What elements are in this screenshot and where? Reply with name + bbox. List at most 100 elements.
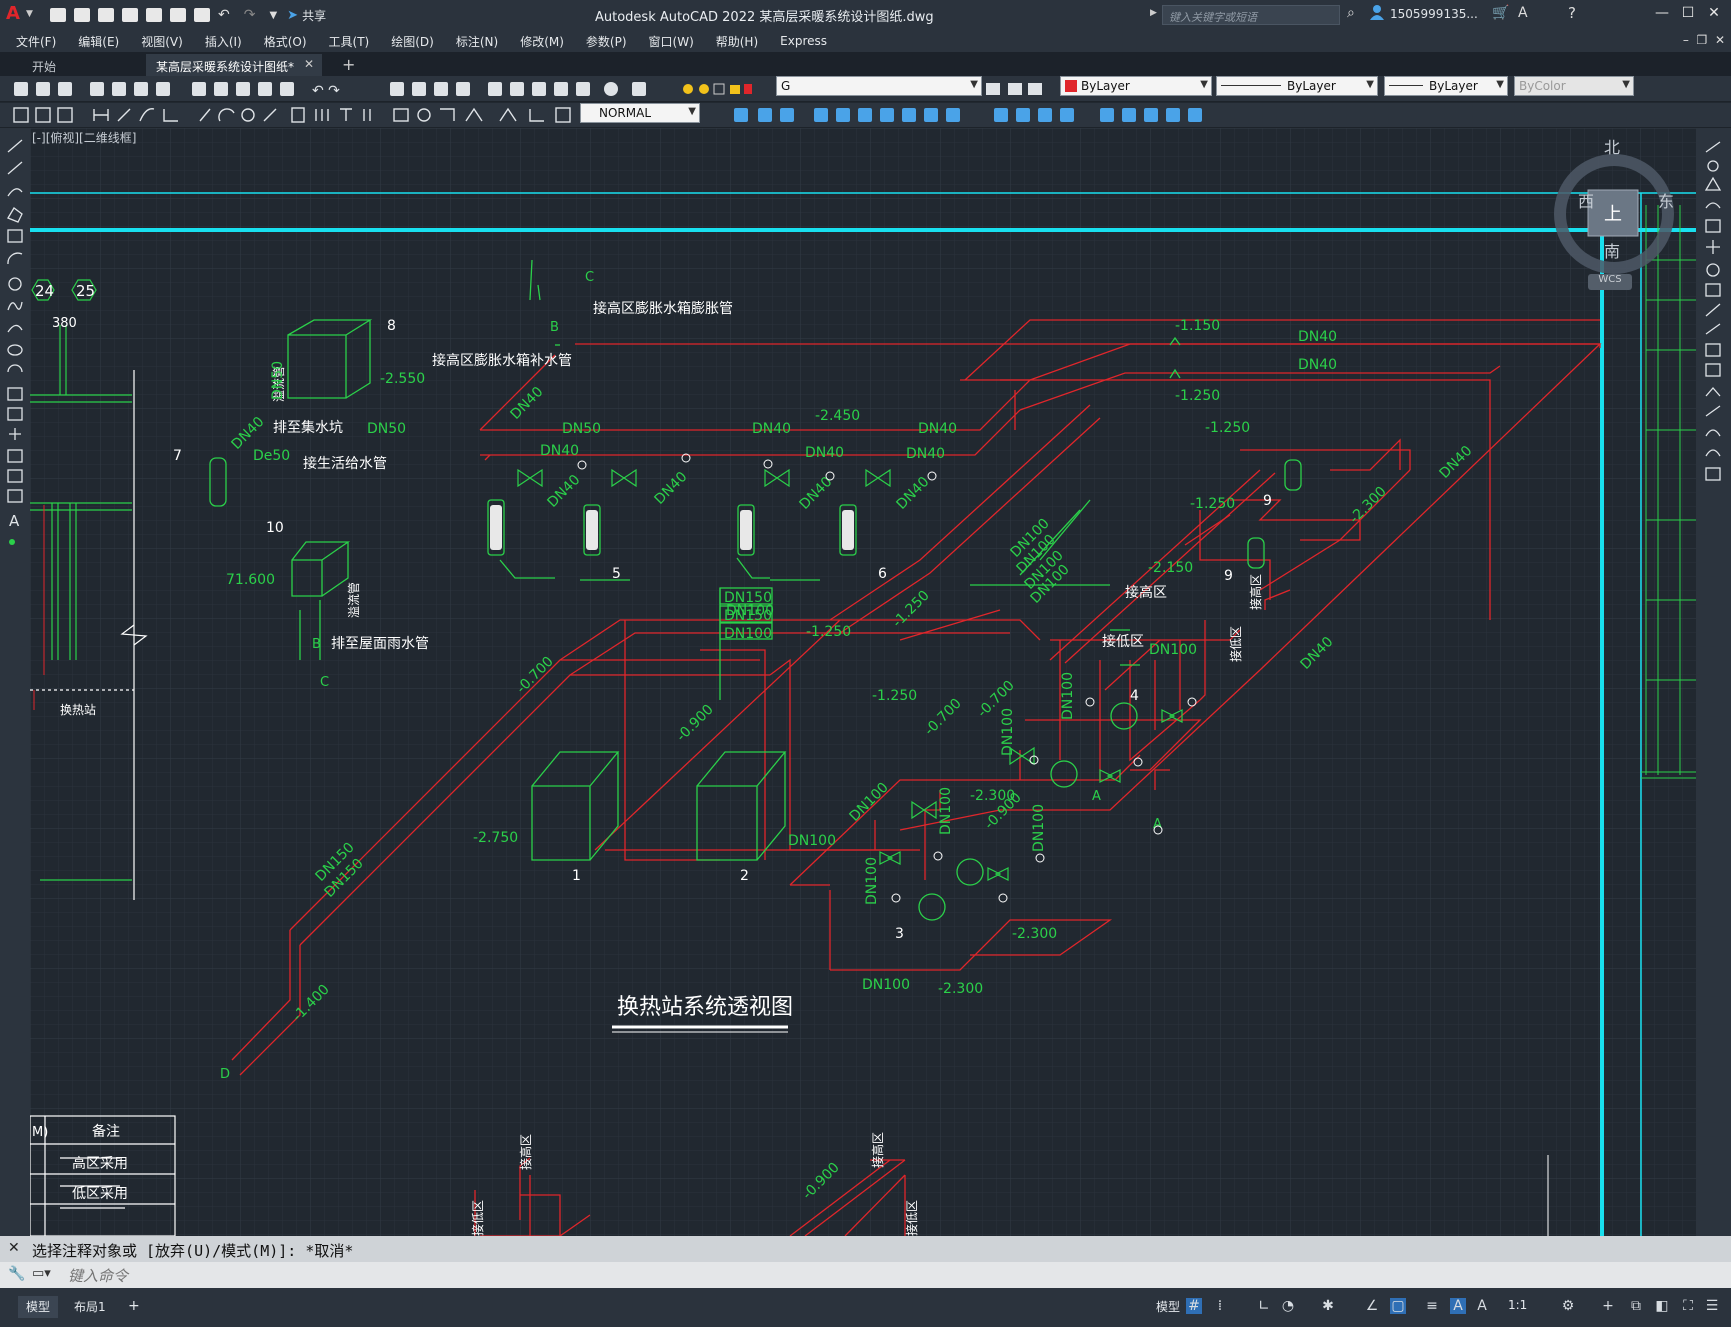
menu-help[interactable]: 帮助(H) (706, 33, 770, 50)
redo-icon[interactable]: ↷ (244, 7, 256, 23)
menu-format[interactable]: 格式(O) (254, 33, 319, 50)
compass-south[interactable]: 南 (1604, 238, 1620, 262)
pipe-label-dn100-vert-d: DN100 (1031, 804, 1047, 852)
minimize-button[interactable]: — (1652, 5, 1672, 23)
layout1-tab[interactable]: 布局1 (66, 1296, 114, 1318)
elevation-2: -1.250 (1175, 388, 1220, 404)
menu-view[interactable]: 视图(V) (131, 33, 195, 50)
add-layout-button[interactable]: + (120, 1296, 148, 1318)
marker-b-left: B (312, 637, 321, 652)
modify-tools-icons[interactable] (1696, 138, 1731, 558)
close-tab-icon[interactable]: ✕ (304, 57, 314, 71)
search-input[interactable]: 键入关键字或短语 (1162, 5, 1340, 25)
gear-icon[interactable]: ⚙ (1560, 1298, 1576, 1314)
menu-draw[interactable]: 绘图(D) (381, 33, 446, 50)
publish-icon[interactable] (146, 8, 162, 22)
isolate-icon[interactable]: ◧ (1654, 1298, 1670, 1314)
drawing-canvas[interactable]: 24 25 380 换热站 M) 备注 高区采用 低区采用 接高区膨胀水箱膨胀管… (30, 128, 1696, 1236)
open-web-icon[interactable] (170, 8, 186, 22)
user-name[interactable]: 1505999135... (1390, 7, 1478, 21)
annotation-visibility-icon[interactable]: A (1450, 1298, 1466, 1314)
polar-icon[interactable]: ◔ (1280, 1298, 1296, 1314)
open-icon[interactable] (74, 8, 90, 22)
model-space[interactable]: 24 25 380 换热站 M) 备注 高区采用 低区采用 接高区膨胀水箱膨胀管… (30, 128, 1696, 1236)
snap-icon[interactable]: ⁞ (1212, 1298, 1228, 1314)
color-dropdown[interactable]: ByLayer ▼ (1060, 76, 1212, 96)
share-label[interactable]: 共享 (302, 7, 326, 24)
viewport-controls[interactable]: [-][俯视][二维线框] (32, 129, 136, 146)
ortho-icon[interactable]: ∟ (1256, 1298, 1272, 1314)
layer-tools-icons[interactable] (986, 81, 1046, 97)
autocad-logo-icon[interactable]: A (6, 3, 22, 25)
command-prompt-icon[interactable]: ▭▾ (32, 1266, 51, 1281)
wcs-menu[interactable]: WCS (1588, 274, 1632, 290)
compass-east[interactable]: 东 (1658, 188, 1674, 212)
menu-dimension[interactable]: 标注(N) (446, 33, 510, 50)
add-icon[interactable]: + (1600, 1298, 1616, 1314)
compass-north[interactable]: 北 (1604, 134, 1620, 158)
selection-icon[interactable]: ▢ (1390, 1298, 1406, 1314)
pipe-label-dn100-e: DN100 (862, 977, 910, 993)
tab-start[interactable]: 开始 (22, 54, 142, 76)
marker-c-left: C (320, 675, 329, 690)
compass-west[interactable]: 西 (1578, 188, 1594, 212)
menu-file[interactable]: 文件(F) (6, 33, 68, 50)
share-icon[interactable]: ➤ (287, 8, 298, 23)
command-input[interactable] (66, 1266, 1670, 1286)
maximize-button[interactable]: ☐ (1678, 5, 1698, 23)
layer-state-icons[interactable] (682, 81, 752, 97)
layer-dropdown[interactable]: G ▼ (776, 76, 982, 96)
menu-edit[interactable]: 编辑(E) (68, 33, 131, 50)
cart-icon[interactable]: 🛒 (1492, 5, 1509, 21)
model-space-button[interactable]: 模型 (1148, 1296, 1188, 1318)
menu-modify[interactable]: 修改(M) (510, 33, 576, 50)
customize-icon[interactable]: ☰ (1704, 1298, 1720, 1314)
modify-toolbar-icons[interactable] (704, 103, 1224, 127)
tab-drawing[interactable]: 某高层采暖系统设计图纸* ✕ (146, 54, 322, 76)
menu-insert[interactable]: 插入(I) (195, 33, 254, 50)
autodesk-app-icon[interactable]: A (1518, 5, 1528, 21)
menu-tools[interactable]: 工具(T) (319, 33, 382, 50)
elevation-12: -2.300 (1012, 926, 1057, 942)
customize-chevron-icon[interactable]: ▼ (269, 10, 277, 21)
linetype-dropdown[interactable]: ByLayer ▼ (1216, 76, 1378, 96)
close-command-icon[interactable]: ✕ (8, 1240, 20, 1256)
close-window-button[interactable]: ✕ (1704, 5, 1724, 23)
menu-parametric[interactable]: 参数(P) (576, 33, 639, 50)
wrench-icon[interactable]: 🔧 (8, 1266, 25, 1282)
save-as-icon[interactable] (122, 8, 138, 22)
undo-icon[interactable]: ↶ (218, 7, 230, 23)
model-layout-tab[interactable]: 模型 (18, 1296, 59, 1318)
menu-express[interactable]: Express (770, 34, 839, 48)
legend-header-note: 备注 (92, 1123, 120, 1140)
app-menu-chevron-icon[interactable]: ▼ (26, 9, 33, 19)
elevation-10: -1.250 (872, 688, 917, 704)
angle-icon[interactable]: ∠ (1364, 1298, 1380, 1314)
menu-window[interactable]: 窗口(W) (639, 33, 706, 50)
new-icon[interactable] (50, 8, 66, 22)
grid-icon[interactable]: # (1186, 1298, 1202, 1314)
viewcube-top-face[interactable]: 上 (1604, 200, 1622, 226)
osnap-icon[interactable]: ✱ (1320, 1298, 1336, 1314)
annotation-autoscale-icon[interactable]: A (1474, 1298, 1490, 1314)
lineweight-icon[interactable]: ≡ (1424, 1298, 1440, 1314)
new-tab-button[interactable]: + (332, 54, 360, 76)
help-icon[interactable]: ? (1568, 4, 1576, 22)
plotstyle-dropdown[interactable]: ByColor ▼ (1514, 76, 1634, 96)
dimstyle-dropdown[interactable]: NORMAL ▼ (580, 103, 700, 123)
annotation-scale[interactable]: 1:1 (1500, 1296, 1535, 1318)
search-icon[interactable]: ⌕ (1347, 5, 1355, 21)
fullscreen-icon[interactable]: ⛶ (1680, 1298, 1696, 1314)
units-icon[interactable]: ⧉ (1628, 1298, 1644, 1314)
save-icon[interactable] (98, 8, 114, 22)
plot-icon[interactable] (194, 8, 210, 22)
user-icon[interactable] (1370, 4, 1384, 20)
draw-tools-icons[interactable]: A (0, 134, 30, 594)
search-expand-icon[interactable]: ▶ (1150, 8, 1157, 18)
lineweight-dropdown[interactable]: ByLayer ▼ (1384, 76, 1508, 96)
dimension-toolbar-icons[interactable] (0, 103, 580, 127)
document-window-controls[interactable]: – ❐ ✕ (1683, 33, 1725, 47)
dimension-toolbar: NORMAL ▼ (0, 103, 1731, 128)
standard-toolbar-icons[interactable]: ↶ ↷ (0, 76, 660, 102)
elevation-9: -1.250 (806, 624, 851, 640)
